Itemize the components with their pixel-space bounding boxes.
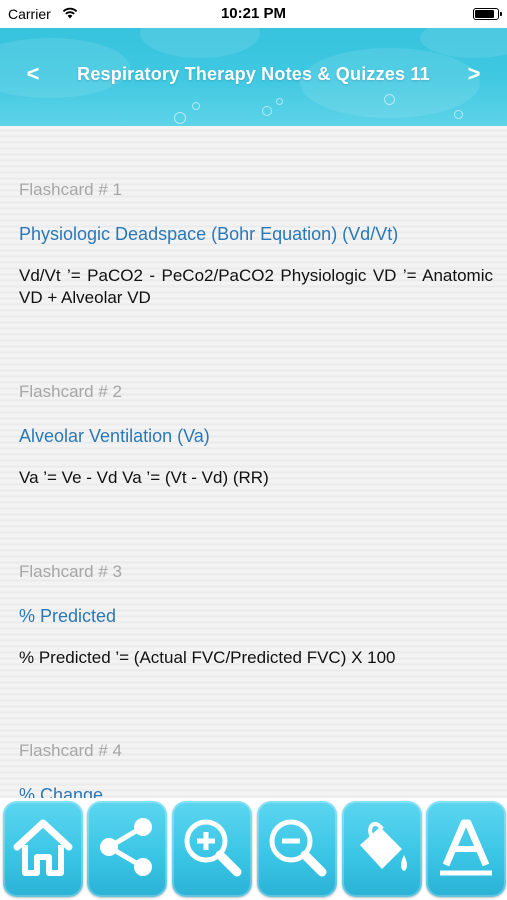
battery-icon [473, 8, 502, 20]
flashcard-item: Flashcard # 3 % Predicted % Predicted ’=… [19, 562, 493, 669]
home-button[interactable] [3, 801, 83, 897]
flashcard-title: Physiologic Deadspace (Bohr Equation) (V… [19, 224, 399, 244]
paint-bucket-icon [360, 821, 407, 871]
flashcard-body: % Predicted ’= (Actual FVC/Predicted FVC… [19, 648, 396, 667]
bottom-toolbar [0, 798, 507, 900]
flashcard-list[interactable]: Flashcard # 1 Physiologic Deadspace (Boh… [0, 126, 507, 798]
flashcard-title: Alveolar Ventilation (Va) [19, 426, 210, 446]
share-button[interactable] [87, 801, 167, 897]
font-button[interactable] [426, 801, 506, 897]
share-icon [100, 818, 152, 876]
page-title: Respiratory Therapy Notes & Quizzes 11 [77, 64, 430, 84]
flashcard-item: Flashcard # 4 % Change [19, 741, 493, 798]
flashcard-item: Flashcard # 2 Alveolar Ventilation (Va) … [19, 382, 493, 489]
flashcard-number: Flashcard # 2 [19, 382, 122, 401]
status-bar: Carrier 10:21 PM [0, 0, 507, 28]
flashcard-number: Flashcard # 4 [19, 741, 122, 760]
zoom-out-button[interactable] [257, 801, 337, 897]
flashcard-title: % Predicted [19, 606, 117, 626]
flashcard-number: Flashcard # 1 [19, 180, 122, 199]
flashcard-item: Flashcard # 1 Physiologic Deadspace (Boh… [19, 180, 493, 309]
font-icon [440, 819, 492, 876]
nav-header: < Respiratory Therapy Notes & Quizzes 11… [0, 28, 507, 126]
home-icon [13, 819, 73, 876]
flashcard-body: Vd/Vt ’= PaCO2 - PeCo2/PaCO2 Physiologic… [19, 266, 493, 307]
zoom-in-icon [184, 819, 242, 877]
flashcard-body: Va ’= Ve - Vd Va ’= (Vt - Vd) (RR) [19, 468, 269, 487]
theme-button[interactable] [342, 801, 422, 897]
flashcard-number: Flashcard # 3 [19, 562, 122, 581]
status-time: 10:21 PM [220, 5, 287, 22]
flashcard-title: % Change [19, 785, 104, 798]
next-button[interactable]: > [459, 61, 489, 87]
zoom-out-icon [269, 819, 327, 877]
zoom-in-button[interactable] [172, 801, 252, 897]
